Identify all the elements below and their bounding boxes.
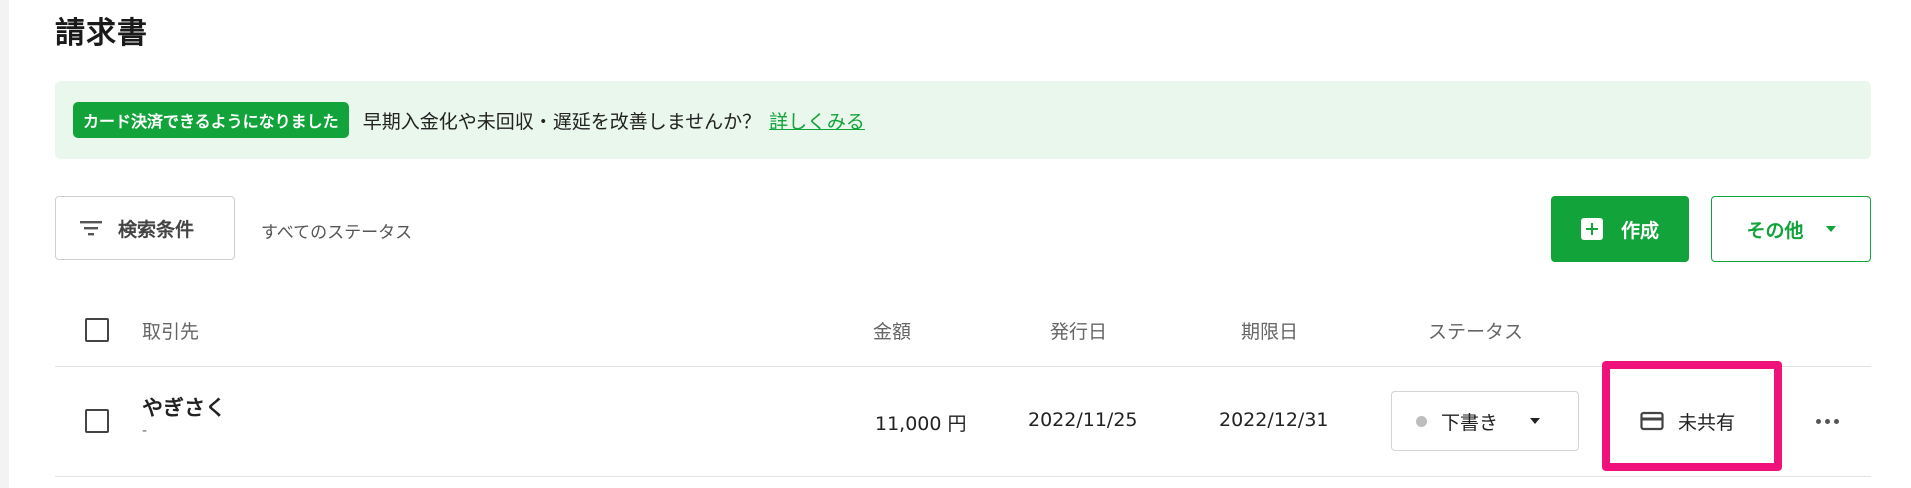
- header-divider: [55, 366, 1871, 367]
- caret-down-icon: [1530, 418, 1541, 424]
- search-conditions-button[interactable]: 検索条件: [55, 196, 235, 260]
- invoice-page: 請求書 カード決済できるようになりました 早期入金化や未回収・遅延を改善しません…: [55, 0, 1871, 488]
- status-dropdown-label: 下書き: [1441, 411, 1499, 434]
- banner-message: 早期入金化や未回収・遅延を改善しませんか？: [362, 110, 762, 133]
- other-label: その他: [1746, 219, 1804, 242]
- status-filter-text: すべてのステータス: [261, 223, 413, 243]
- more-dot: [1824, 418, 1830, 424]
- column-header-client[interactable]: 取引先: [142, 317, 199, 344]
- create-button[interactable]: 作成: [1551, 196, 1689, 262]
- client-subtext: -: [142, 423, 148, 439]
- row-divider: [55, 476, 1871, 477]
- page-title: 請求書: [55, 16, 148, 51]
- left-edge: [0, 0, 9, 488]
- search-conditions-label: 検索条件: [118, 218, 195, 241]
- draft-status-dot: [1416, 415, 1427, 427]
- issue-date-cell: 2022/11/25: [1028, 409, 1138, 431]
- more-actions-button[interactable]: [1805, 406, 1849, 436]
- status-dropdown[interactable]: 下書き: [1391, 391, 1579, 451]
- share-status-button[interactable]: 未共有: [1640, 392, 1760, 450]
- banner-details-link[interactable]: 詳しくみる: [769, 107, 865, 134]
- card-payment-banner: カード決済できるようになりました 早期入金化や未回収・遅延を改善しませんか？ 詳…: [55, 81, 1871, 159]
- column-header-due-date[interactable]: 期限日: [1241, 317, 1298, 344]
- filter-lines-icon: [80, 221, 102, 236]
- column-header-status: ステータス: [1428, 321, 1524, 343]
- more-dot: [1833, 418, 1839, 424]
- banner-badge: カード決済できるようになりました: [73, 102, 349, 138]
- client-name[interactable]: やぎさく: [142, 392, 226, 422]
- credit-card-icon: [1640, 411, 1664, 431]
- column-header-issue-date[interactable]: 発行日: [1050, 317, 1107, 344]
- more-horizontal-icon: [1815, 418, 1821, 424]
- plus-square-icon: [1580, 218, 1603, 240]
- caret-down-icon: [1825, 226, 1836, 232]
- share-status-label: 未共有: [1678, 411, 1736, 434]
- amount-cell: 11,000 円: [875, 413, 967, 435]
- column-header-amount[interactable]: 金額: [873, 317, 911, 344]
- due-date-cell: 2022/12/31: [1219, 409, 1329, 431]
- create-label: 作成: [1620, 219, 1659, 242]
- other-menu-button[interactable]: その他: [1711, 196, 1871, 262]
- row-checkbox[interactable]: [85, 409, 109, 433]
- select-all-checkbox[interactable]: [85, 318, 109, 342]
